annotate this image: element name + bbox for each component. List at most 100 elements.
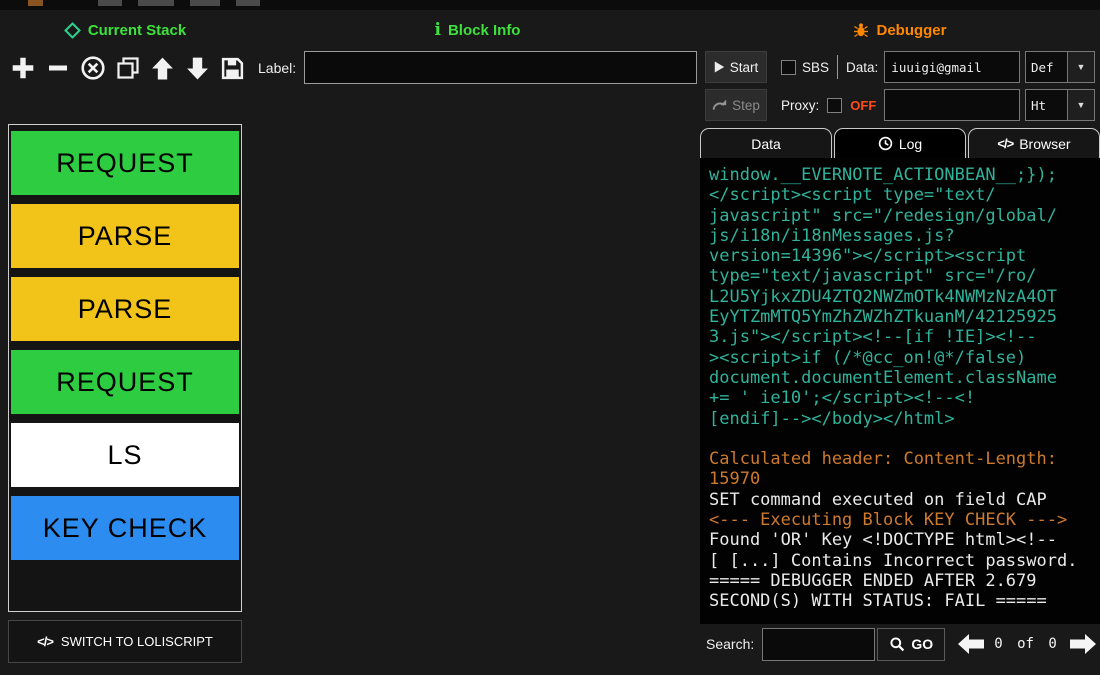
log-line: document.documentElement.className: [709, 368, 1100, 388]
search-input[interactable]: [762, 628, 875, 661]
block-label-input[interactable]: [304, 51, 697, 84]
search-label: Search:: [706, 636, 754, 652]
log-line: Calculated header: Content-Length:: [709, 449, 1100, 469]
save-icon: [220, 56, 245, 81]
proxy-checkbox[interactable]: [827, 98, 842, 113]
log-line: [endif]--></body></html>: [709, 409, 1100, 429]
bug-icon: [853, 22, 869, 38]
log-line: window.__EVERNOTE_ACTIONBEAN__;});: [709, 165, 1100, 185]
menubar-fragment: [28, 0, 43, 6]
tab-log[interactable]: Log: [834, 128, 966, 158]
proxy-status: OFF: [850, 98, 876, 113]
wordlist-type-value[interactable]: Def: [1025, 51, 1067, 83]
move-down-button[interactable]: [183, 54, 212, 83]
step-button[interactable]: Step: [705, 89, 767, 121]
clone-block-button[interactable]: [113, 54, 142, 83]
log-search-bar: Search: GO 0 of 0: [700, 626, 1100, 662]
clone-icon: [116, 56, 140, 80]
proxy-type-dropdown-button[interactable]: ▼: [1067, 89, 1095, 121]
log-line: L2U5YjkxZDU4ZTQ2NWZmOTk4NWMzNzA4OT: [709, 287, 1100, 307]
tab-data[interactable]: Data: [700, 128, 832, 158]
stack-diamond-icon: [64, 22, 81, 39]
move-up-icon: [150, 56, 175, 81]
log-line: <--- Executing Block KEY CHECK --->: [709, 510, 1100, 530]
data-input[interactable]: [884, 51, 1020, 83]
start-button[interactable]: Start: [705, 51, 767, 83]
play-icon: [714, 60, 725, 74]
log-line: 15970: [709, 469, 1100, 489]
menubar-fragment: [138, 0, 174, 6]
block-label-caption: Label:: [258, 60, 296, 76]
log-line: type="text/javascript" src="/ro/: [709, 266, 1100, 286]
log-line: SECOND(S) WITH STATUS: FAIL =====: [709, 591, 1100, 611]
match-counter: 0 of 0: [994, 636, 1057, 652]
debugger-header: Debugger: [700, 18, 1100, 42]
proxy-input[interactable]: [884, 89, 1020, 121]
go-label: GO: [911, 636, 933, 652]
stack-block-request[interactable]: REQUEST: [11, 131, 239, 195]
stack-toolbar: [8, 50, 247, 86]
tab-data-label: Data: [751, 136, 781, 152]
current-stack-header: Current Stack: [0, 18, 250, 42]
log-output[interactable]: window.__EVERNOTE_ACTIONBEAN__;});</scri…: [700, 158, 1100, 624]
log-line: [ [...] Contains Incorrect password.: [709, 551, 1100, 571]
clock-icon: [878, 136, 893, 151]
proxy-type-value[interactable]: Ht: [1025, 89, 1067, 121]
save-config-button[interactable]: [218, 54, 247, 83]
disable-icon: [80, 55, 106, 81]
move-down-icon: [185, 56, 210, 81]
proxy-label: Proxy:: [781, 98, 819, 113]
wordlist-type-dropdown-button[interactable]: ▼: [1067, 51, 1095, 83]
log-line: js/i18n/i18nMessages.js?: [709, 226, 1100, 246]
menubar-fragment: [98, 0, 122, 6]
log-line: version=14396"></script><script: [709, 246, 1100, 266]
move-up-button[interactable]: [148, 54, 177, 83]
stack-block-keycheck[interactable]: KEY CHECK: [11, 496, 239, 560]
data-label: Data:: [846, 60, 878, 75]
openbullet-config-stacker: Current Stack i Block Info Debugger: [0, 0, 1100, 675]
remove-icon: [46, 56, 70, 80]
start-label: Start: [730, 60, 759, 75]
tab-browser[interactable]: </> Browser: [968, 128, 1100, 158]
block-stack: REQUEST PARSE PARSE REQUEST LS KEY CHECK: [8, 124, 242, 612]
stack-block-parse[interactable]: PARSE: [11, 204, 239, 268]
step-icon: [712, 99, 727, 112]
stack-block-request[interactable]: REQUEST: [11, 350, 239, 414]
tab-log-label: Log: [899, 136, 922, 152]
sbs-checkbox[interactable]: [781, 60, 796, 75]
add-block-button[interactable]: [8, 54, 37, 83]
remove-block-button[interactable]: [43, 54, 72, 83]
debugger-controls-row2: Step Proxy: OFF Ht ▼: [705, 89, 1095, 121]
truncated-menubar: [0, 0, 1100, 10]
log-line: ><script>if (/*@cc_on!@*/false): [709, 348, 1100, 368]
code-icon: </>: [37, 634, 53, 649]
log-line: 3.js"></script><!--[if !IE]><!--: [709, 327, 1100, 347]
disable-block-button[interactable]: [78, 54, 107, 83]
menubar-fragment: [236, 0, 260, 6]
log-line: ===== DEBUGGER ENDED AFTER 2.679: [709, 571, 1100, 591]
log-line: EyYTZmMTQ5YmZhZWZhZTkuanM/42125925: [709, 307, 1100, 327]
debugger-tabs: Data Log </> Browser: [700, 128, 1100, 158]
log-line: SET command executed on field CAP: [709, 490, 1100, 510]
info-icon: i: [435, 20, 441, 40]
search-go-button[interactable]: GO: [877, 628, 945, 661]
log-line: [709, 429, 1100, 449]
step-label: Step: [732, 98, 760, 113]
stack-block-ls[interactable]: LS: [11, 423, 239, 487]
debugger-title: Debugger: [876, 22, 946, 39]
switch-to-loliscript-button[interactable]: </> SWITCH TO LOLISCRIPT: [8, 620, 242, 663]
next-match-arrow[interactable]: [1068, 632, 1098, 656]
add-icon: [10, 55, 36, 81]
divider: [837, 55, 838, 79]
log-line: += ' ie10';</script><!--<!: [709, 388, 1100, 408]
chevron-down-icon: ▼: [1077, 100, 1086, 110]
menubar-fragment: [190, 0, 220, 6]
tab-browser-label: Browser: [1019, 136, 1070, 152]
sbs-label: SBS: [802, 60, 829, 75]
previous-match-arrow[interactable]: [956, 632, 986, 656]
block-info-header: i Block Info: [255, 18, 700, 42]
current-stack-title: Current Stack: [88, 22, 186, 39]
log-line: Found 'OR' Key <!DOCTYPE html><!--: [709, 530, 1100, 550]
magnifier-icon: [889, 636, 905, 652]
stack-block-parse[interactable]: PARSE: [11, 277, 239, 341]
